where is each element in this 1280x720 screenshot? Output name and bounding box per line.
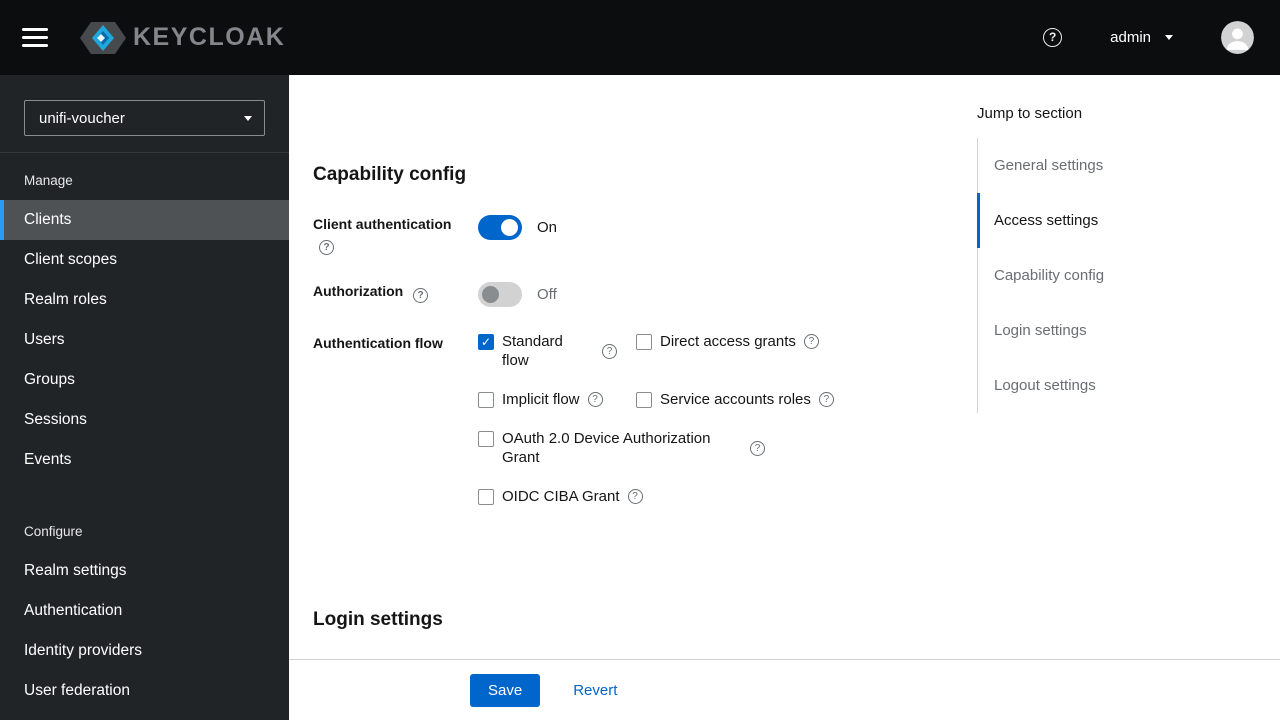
nav-list-manage: Clients Client scopes Realm roles Users … — [0, 200, 289, 480]
authorization-label-col: Authorization ? — [313, 282, 478, 303]
jump-to-section-title: Jump to section — [977, 105, 1083, 122]
nav-group-title: Manage — [24, 173, 73, 188]
sidebar: unifi-voucher Manage Clients Client scop… — [0, 75, 289, 720]
sidebar-item-users[interactable]: Users — [0, 320, 289, 360]
realm-selector[interactable]: unifi-voucher — [24, 100, 265, 136]
user-menu[interactable]: admin — [1110, 29, 1173, 46]
jump-links-list: General settings Access settings Capabil… — [977, 138, 1280, 413]
hamburger-icon — [22, 28, 48, 31]
sidebar-item-user-federation[interactable]: User federation — [0, 671, 289, 711]
revert-button[interactable]: Revert — [573, 674, 617, 707]
checkbox-box[interactable] — [636, 334, 652, 350]
help-icon[interactable]: ? — [750, 440, 765, 456]
help-icon[interactable]: ? — [818, 392, 834, 407]
jump-link-login-settings[interactable]: Login settings — [977, 303, 1280, 358]
checkbox-box[interactable] — [636, 392, 652, 408]
checkbox-label: OIDC CIBA Grant — [502, 488, 620, 505]
nav-group-title: Configure — [24, 524, 83, 539]
checkbox-label: OAuth 2.0 Device Authorization Grant — [502, 430, 711, 466]
app-window: KEYCLOAK ? admin unifi-voucher Manage Cl… — [0, 0, 1280, 720]
client-authentication-label-col: Client authentication ? — [313, 215, 478, 255]
checkbox-label: Implicit flow — [502, 391, 580, 408]
sidebar-item-sessions[interactable]: Sessions — [0, 400, 289, 440]
realm-selector-area: unifi-voucher — [0, 75, 289, 153]
help-icon[interactable]: ? — [1043, 28, 1063, 47]
masthead: KEYCLOAK ? admin — [0, 0, 1280, 75]
checkbox-box[interactable] — [478, 431, 494, 447]
checkbox-standard-flow[interactable]: Standard flow ? — [478, 332, 636, 370]
checkbox-box[interactable] — [478, 334, 494, 350]
help-icon[interactable]: ? — [803, 334, 819, 349]
sidebar-item-events[interactable]: Events — [0, 440, 289, 480]
checkbox-label: Direct access grants — [660, 333, 796, 350]
help-icon[interactable]: ? — [627, 489, 643, 504]
brand-text: KEYCLOAK — [133, 23, 286, 51]
toggle-state-label: On — [537, 219, 558, 236]
jump-link-capability-config[interactable]: Capability config — [977, 248, 1280, 303]
checkbox-box[interactable] — [478, 489, 494, 505]
checkbox-box[interactable] — [478, 392, 494, 408]
client-authentication-toggle[interactable] — [478, 215, 522, 240]
authorization-toggle[interactable] — [478, 282, 522, 307]
authorization-label: Authorization — [313, 283, 404, 299]
chevron-down-icon — [1165, 35, 1173, 40]
nav-toggle-button[interactable] — [16, 22, 54, 53]
jump-link-logout-settings[interactable]: Logout settings — [977, 358, 1280, 413]
toggle-state-label: Off — [537, 286, 557, 303]
jump-link-access-settings[interactable]: Access settings — [977, 193, 1280, 248]
checkbox-oidc-ciba-grant[interactable]: OIDC CIBA Grant ? — [478, 487, 1256, 506]
help-icon[interactable]: ? — [319, 240, 334, 255]
main-content: Capability config Client authentication … — [289, 75, 1280, 720]
help-icon[interactable]: ? — [413, 288, 429, 303]
checkbox-implicit-flow[interactable]: Implicit flow ? — [478, 390, 636, 409]
help-icon[interactable]: ? — [587, 392, 603, 407]
action-bar: Save Revert — [289, 659, 1280, 720]
keycloak-logo-icon — [80, 21, 126, 54]
client-authentication-label: Client authentication — [313, 216, 452, 232]
sidebar-item-groups[interactable]: Groups — [0, 360, 289, 400]
authentication-flow-label: Authentication flow — [313, 335, 443, 351]
sidebar-item-realm-settings[interactable]: Realm settings — [0, 551, 289, 591]
realm-name: unifi-voucher — [39, 109, 125, 127]
checkbox-label: Service accounts roles — [660, 391, 811, 408]
sidebar-item-realm-roles[interactable]: Realm roles — [0, 280, 289, 320]
checkbox-label: Standard flow — [502, 333, 563, 369]
section-title-login-settings: Login settings — [313, 609, 443, 630]
save-button[interactable]: Save — [470, 673, 541, 707]
toggle-knob — [482, 286, 499, 303]
masthead-utilities: ? admin — [1043, 21, 1254, 54]
authentication-flow-label-col: Authentication flow — [313, 334, 478, 353]
sidebar-item-authentication[interactable]: Authentication — [0, 591, 289, 631]
sidebar-item-identity-providers[interactable]: Identity providers — [0, 631, 289, 671]
chevron-down-icon — [244, 115, 252, 121]
jump-to-section-panel: Jump to section General settings Access … — [977, 105, 1280, 413]
page-shell: unifi-voucher Manage Clients Client scop… — [0, 75, 1280, 720]
toggle-knob — [501, 219, 518, 236]
nav-group-configure: Configure Realm settings Authentication … — [0, 504, 289, 711]
nav-group-manage: Manage Clients Client scopes Realm roles… — [0, 153, 289, 480]
avatar[interactable] — [1221, 21, 1254, 54]
keycloak-logo: KEYCLOAK — [80, 20, 285, 56]
jump-link-general-settings[interactable]: General settings — [977, 138, 1280, 193]
sidebar-item-client-scopes[interactable]: Client scopes — [0, 240, 289, 280]
checkbox-oauth-device-authorization-grant[interactable]: OAuth 2.0 Device Authorization Grant ? — [478, 429, 1256, 467]
username: admin — [1110, 29, 1151, 46]
nav-list-configure: Realm settings Authentication Identity p… — [0, 551, 289, 711]
help-icon[interactable]: ? — [602, 343, 617, 359]
user-avatar-icon — [1221, 21, 1254, 54]
sidebar-item-clients[interactable]: Clients — [0, 200, 289, 240]
